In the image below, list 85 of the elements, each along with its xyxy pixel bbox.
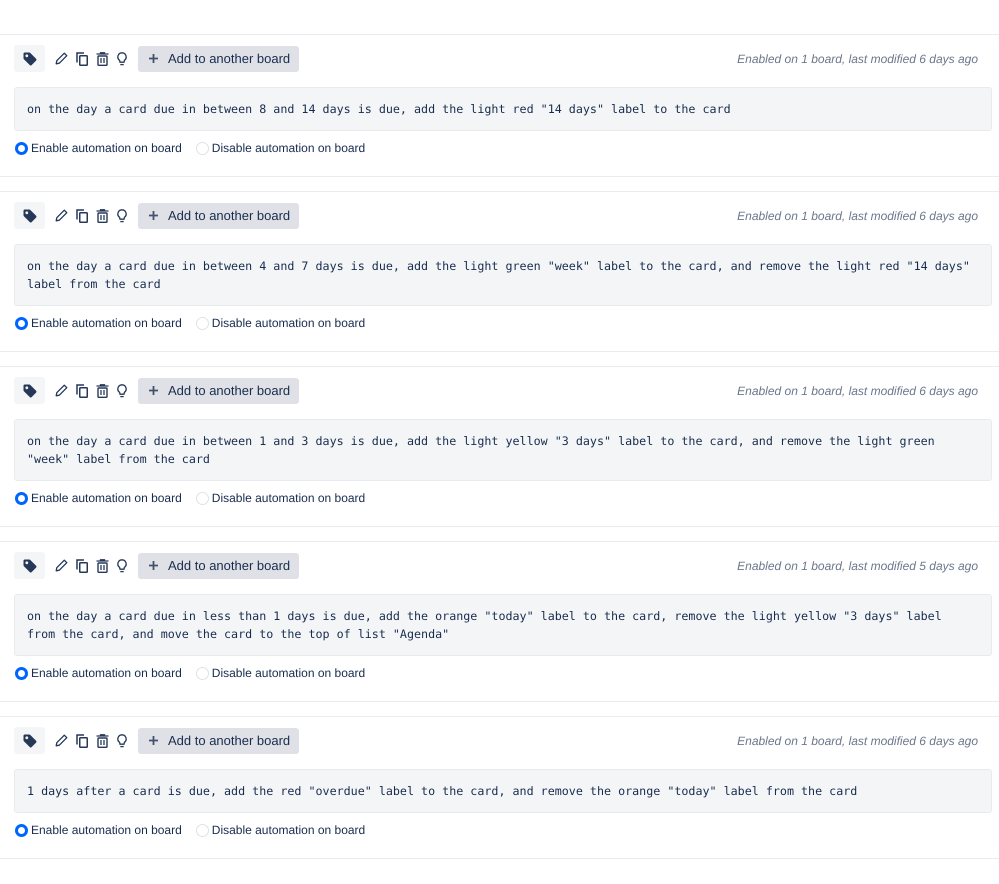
radio-label[interactable]: Disable automation on board bbox=[212, 491, 366, 505]
pencil-icon bbox=[55, 559, 68, 572]
copy-button[interactable] bbox=[76, 733, 88, 748]
modified-info: Enabled on 1 board, last modified 6 days ago bbox=[737, 734, 978, 748]
radio-label[interactable]: Enable automation on board bbox=[31, 666, 182, 680]
radio-label[interactable]: Disable automation on board bbox=[212, 666, 366, 680]
modified-info: Enabled on 1 board, last modified 5 days ago bbox=[737, 558, 978, 572]
copy-button[interactable] bbox=[76, 383, 88, 398]
pencil-icon bbox=[55, 52, 68, 65]
trash-icon bbox=[96, 558, 109, 572]
lightbulb-button[interactable] bbox=[117, 208, 127, 223]
modified-info: Enabled on 1 board, last modified 6 days ago bbox=[737, 52, 978, 66]
pencil-icon bbox=[55, 384, 68, 397]
modified-info: Enabled on 1 board, last modified 6 days ago bbox=[737, 208, 978, 222]
radio-button[interactable] bbox=[15, 316, 28, 330]
radio-label[interactable]: Disable automation on board bbox=[212, 823, 366, 837]
pencil-icon bbox=[55, 734, 68, 747]
edit-button[interactable] bbox=[55, 733, 68, 748]
copy-icon bbox=[76, 384, 88, 398]
rule-description: on the day a card due in between 4 and 7 days is due, add the light green "week" label to the card, and remove the light red "14 days" label from the card bbox=[14, 244, 992, 306]
copy-button[interactable] bbox=[76, 51, 88, 66]
tag-icon bbox=[22, 734, 36, 748]
label-button[interactable] bbox=[14, 727, 45, 754]
radio-label[interactable]: Disable automation on board bbox=[212, 141, 366, 155]
radio-button[interactable] bbox=[15, 492, 28, 504]
rule-description: on the day a card due in between 1 and 3 days is due, add the light yellow "3 days" label to the card, and remove the light green "week" label from the card bbox=[14, 419, 992, 481]
lightbulb-icon bbox=[117, 558, 127, 572]
trash-icon bbox=[96, 734, 109, 748]
delete-button[interactable] bbox=[96, 383, 109, 398]
add-to-board-button[interactable]: Add to another board bbox=[138, 202, 299, 228]
copy-icon bbox=[76, 558, 88, 572]
delete-button[interactable] bbox=[96, 558, 109, 573]
add-to-board-button[interactable]: Add to another board bbox=[138, 46, 299, 72]
radio-label[interactable]: Enable automation on board bbox=[31, 491, 182, 505]
copy-icon bbox=[76, 734, 88, 748]
radio-button[interactable] bbox=[15, 824, 28, 836]
radio-label[interactable]: Enable automation on board bbox=[31, 823, 182, 837]
trash-icon bbox=[96, 384, 109, 398]
label-button[interactable] bbox=[14, 45, 45, 72]
plus-icon bbox=[149, 54, 158, 63]
trash-icon bbox=[96, 208, 109, 222]
copy-button[interactable] bbox=[76, 558, 88, 573]
add-to-board-button[interactable]: Add to another board bbox=[138, 552, 299, 578]
delete-button[interactable] bbox=[96, 51, 109, 66]
rule-description: on the day a card due in between 8 and 14 days is due, add the light red "14 days" label to the card bbox=[14, 87, 992, 131]
lightbulb-button[interactable] bbox=[117, 383, 127, 398]
trash-icon bbox=[96, 52, 109, 66]
lightbulb-icon bbox=[117, 384, 127, 398]
delete-button[interactable] bbox=[96, 208, 109, 223]
lightbulb-button[interactable] bbox=[117, 51, 127, 66]
copy-icon bbox=[76, 52, 88, 66]
radio-label[interactable]: Enable automation on board bbox=[31, 316, 182, 330]
add-to-board-button[interactable]: Add to another board bbox=[138, 378, 299, 404]
edit-button[interactable] bbox=[55, 51, 68, 66]
add-to-board-button[interactable]: Add to another board bbox=[138, 728, 299, 754]
lightbulb-button[interactable] bbox=[117, 733, 127, 748]
modified-info: Enabled on 1 board, last modified 6 days ago bbox=[737, 384, 978, 398]
label-button[interactable] bbox=[14, 377, 45, 404]
plus-icon bbox=[149, 736, 158, 745]
radio-label[interactable]: Disable automation on board bbox=[212, 316, 366, 330]
edit-button[interactable] bbox=[55, 558, 68, 573]
copy-button[interactable] bbox=[76, 208, 88, 223]
edit-button[interactable] bbox=[55, 208, 68, 223]
delete-button[interactable] bbox=[96, 733, 109, 748]
pencil-icon bbox=[55, 209, 68, 222]
rule-description: on the day a card due in less than 1 days is due, add the orange "today" label to the card, remove the light yellow "3 days" label from the card, and move the card to the top of list "Agenda" bbox=[14, 594, 992, 656]
lightbulb-button[interactable] bbox=[117, 558, 127, 573]
radio-button[interactable] bbox=[15, 666, 28, 680]
edit-button[interactable] bbox=[55, 383, 68, 398]
lightbulb-icon bbox=[117, 734, 127, 748]
tag-icon bbox=[22, 208, 36, 222]
radio-button[interactable] bbox=[15, 142, 28, 154]
lightbulb-icon bbox=[117, 52, 127, 66]
tag-icon bbox=[22, 384, 36, 398]
plus-icon bbox=[149, 211, 158, 220]
plus-icon bbox=[149, 561, 158, 570]
label-button[interactable] bbox=[14, 202, 45, 229]
label-button[interactable] bbox=[14, 552, 45, 579]
tag-icon bbox=[22, 52, 36, 66]
radio-label[interactable]: Enable automation on board bbox=[31, 141, 182, 155]
rule-description: 1 days after a card is due, add the red "overdue" label to the card, and remove the orange "today" label from the card bbox=[14, 769, 992, 813]
plus-icon bbox=[149, 386, 158, 395]
lightbulb-icon bbox=[117, 208, 127, 222]
copy-icon bbox=[76, 208, 88, 222]
tag-icon bbox=[22, 558, 36, 572]
